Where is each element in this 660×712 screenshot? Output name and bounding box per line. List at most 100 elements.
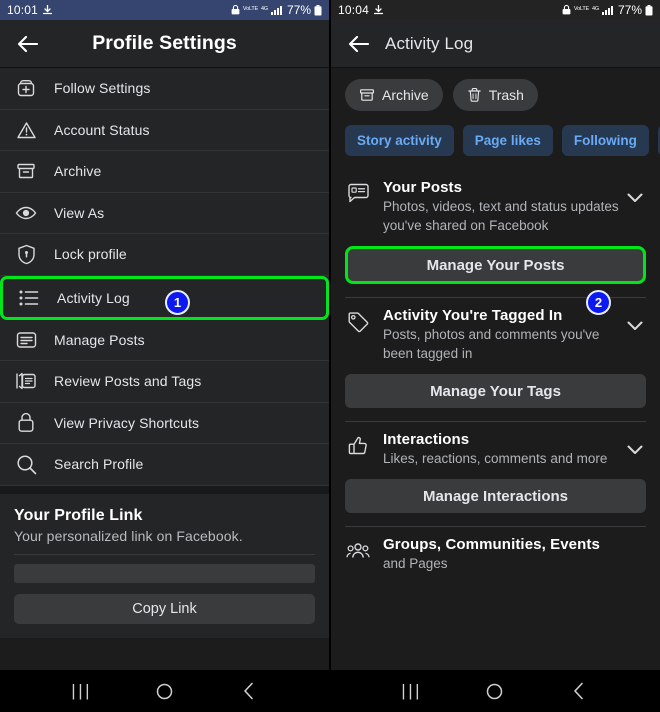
section-title: Groups, Communities, Events: [383, 536, 600, 553]
battery-icon: [314, 4, 322, 16]
search-icon: [14, 452, 38, 476]
battery-percent: 77%: [617, 3, 642, 17]
screenshot-root: 10:01 VoLTE 4G 77% Profile Settings Foll…: [0, 0, 660, 712]
sidebar-item-label: Follow Settings: [54, 80, 151, 97]
activity-log-body: Archive Trash Story activity Page likes: [331, 68, 660, 670]
chevron-down-icon[interactable]: [624, 445, 646, 455]
section-subtitle: Likes, reactions, comments and more: [383, 451, 608, 466]
sidebar-item-label: Archive: [54, 163, 102, 180]
back-arrow-icon[interactable]: [14, 31, 40, 57]
status-bar-left: 10:04: [338, 3, 384, 17]
section-activity-tagged-in: Activity You're Tagged In Posts, photos …: [331, 298, 660, 422]
home-circle-icon[interactable]: [478, 674, 512, 708]
sidebar-item-view-as[interactable]: View As: [0, 192, 329, 234]
filter-chip-label: Story activity: [357, 133, 442, 148]
recents-button[interactable]: |||: [395, 674, 429, 708]
profile-link-title: Your Profile Link: [14, 506, 143, 524]
sidebar-item-review-posts-and-tags[interactable]: Review Posts and Tags: [0, 361, 329, 403]
sidebar-item-label: Lock profile: [54, 246, 127, 263]
section-text: Your Posts Photos, videos, text and stat…: [383, 179, 624, 235]
archive-box-icon: [359, 87, 375, 103]
post-bubble-icon: [345, 181, 371, 207]
tag-icon: [345, 309, 371, 335]
sidebar-item-label: Search Profile: [54, 456, 144, 473]
section-your-posts: Your Posts Photos, videos, text and stat…: [331, 170, 660, 298]
sidebar-item-label: Activity Log: [57, 289, 130, 306]
right-status-bar: 10:04 VoLTE 4G 77%: [331, 0, 660, 20]
signal-bars-icon: [601, 5, 614, 15]
volte-network-label: VoLTE: [573, 6, 590, 13]
list-bullet-icon: [17, 286, 41, 310]
step-badge-1: 1: [165, 290, 190, 315]
groups-people-icon: [345, 538, 371, 564]
battery-percent: 77%: [286, 3, 311, 17]
filter-chip-story-activity[interactable]: Story activity: [345, 125, 454, 156]
status-time: 10:01: [7, 3, 39, 17]
sidebar-item-account-status[interactable]: Account Status: [0, 109, 329, 151]
sidebar-item-follow-settings[interactable]: Follow Settings: [0, 68, 329, 110]
download-arrow-icon: [43, 5, 53, 15]
divider: [14, 553, 315, 555]
sidebar-item-lock-profile[interactable]: Lock profile: [0, 234, 329, 276]
section-subtitle: Posts, photos and comments you've been t…: [383, 327, 600, 361]
sidebar-item-view-privacy-shortcuts[interactable]: View Privacy Shortcuts: [0, 402, 329, 444]
manage-posts-icon: [14, 328, 38, 352]
status-bar-right: VoLTE 4G 77%: [562, 3, 653, 17]
sidebar-item-label: Manage Posts: [54, 331, 145, 348]
sidebar-item-label: Account Status: [54, 121, 150, 138]
filter-chip-label: Page likes: [474, 133, 541, 148]
right-phone-panel: 10:04 VoLTE 4G 77% Activity Log Archive …: [331, 0, 660, 670]
filter-chip-row[interactable]: Story activity Page likes Following: [331, 123, 660, 170]
sidebar-item-label: Review Posts and Tags: [54, 373, 202, 390]
left-nav-buttons: |||: [0, 670, 330, 712]
network-type-label: 4G: [261, 6, 268, 13]
shield-lock-icon: [14, 242, 38, 266]
eye-icon: [14, 201, 38, 225]
manage-interactions-button[interactable]: Manage Interactions: [345, 479, 646, 513]
android-navigation-bar: ||| |||: [0, 670, 660, 712]
manage-your-posts-button[interactable]: Manage Your Posts: [345, 246, 646, 284]
network-type-label: 4G: [592, 6, 599, 13]
volte-network-label: VoLTE: [242, 6, 259, 13]
trash-can-icon: [467, 87, 482, 103]
right-nav-buttons: |||: [330, 670, 660, 712]
back-arrow-icon[interactable]: [345, 31, 371, 57]
trash-pill-button[interactable]: Trash: [452, 79, 538, 111]
status-bar-right: VoLTE 4G 77%: [231, 3, 322, 17]
filter-chip-page-likes[interactable]: Page likes: [462, 125, 553, 156]
section-text: Interactions Likes, reactions, comments …: [383, 431, 624, 468]
archive-pill-button[interactable]: Archive: [345, 79, 443, 111]
section-header[interactable]: Interactions Likes, reactions, comments …: [345, 422, 646, 470]
filter-chip-label: Following: [573, 133, 637, 148]
recents-button[interactable]: |||: [65, 674, 99, 708]
section-header[interactable]: Groups, Communities, Events and Pages: [345, 527, 646, 575]
profile-link-field[interactable]: [14, 563, 315, 583]
home-circle-icon[interactable]: [148, 674, 182, 708]
archive-trash-pill-row: Archive Trash: [331, 68, 660, 123]
chevron-down-icon[interactable]: [624, 193, 646, 203]
alarm-lock-icon: [562, 5, 571, 15]
left-app-header: Profile Settings: [0, 20, 329, 68]
sidebar-item-activity-log[interactable]: Activity Log: [0, 275, 329, 320]
follow-settings-icon: [14, 76, 38, 100]
download-arrow-icon: [374, 5, 384, 15]
chevron-down-icon[interactable]: [624, 321, 646, 331]
copy-link-button[interactable]: Copy Link: [14, 593, 315, 624]
profile-link-subtitle: Your personalized link on Facebook.: [14, 527, 243, 544]
section-title: Your Posts: [383, 179, 463, 196]
back-chevron-icon[interactable]: [231, 674, 265, 708]
signal-bars-icon: [270, 5, 283, 15]
section-interactions: Interactions Likes, reactions, comments …: [331, 422, 660, 527]
profile-link-card: Your Profile Link Your personalized link…: [0, 493, 329, 638]
section-text: Activity You're Tagged In Posts, photos …: [383, 307, 624, 363]
section-title: Interactions: [383, 431, 470, 448]
sidebar-item-archive[interactable]: Archive: [0, 151, 329, 193]
section-header[interactable]: Your Posts Photos, videos, text and stat…: [345, 170, 646, 237]
page-title: Profile Settings: [92, 32, 237, 54]
filter-chip-following[interactable]: Following: [561, 125, 649, 156]
manage-your-tags-button[interactable]: Manage Your Tags: [345, 374, 646, 408]
sidebar-item-search-profile[interactable]: Search Profile: [0, 444, 329, 486]
sidebar-item-manage-posts[interactable]: Manage Posts: [0, 319, 329, 361]
back-chevron-icon[interactable]: [561, 674, 595, 708]
review-posts-icon: [14, 369, 38, 393]
